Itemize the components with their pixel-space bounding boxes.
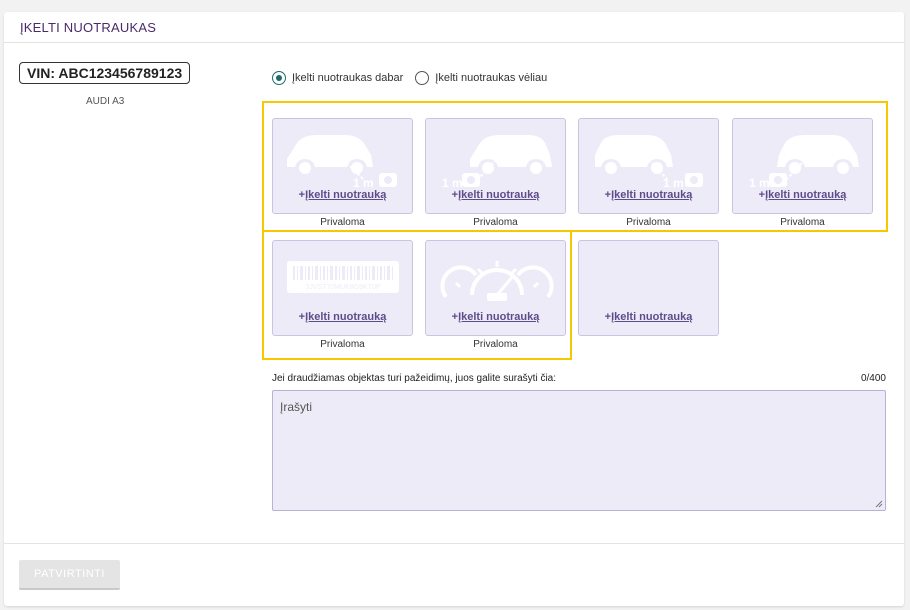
upload-mode-group: Įkelti nuotraukas dabar Įkelti nuotrauka… [272,70,559,86]
vin-badge: VIN: ABC123456789123 [19,62,191,84]
notes-counter: 0/400 [860,373,886,384]
notes-textarea[interactable]: Įrašyti [272,390,886,511]
card-header: ĮKELTI NUOTRAUKAS [4,12,904,43]
required-highlight-row2 [262,230,572,360]
radio-upload-now-label[interactable]: Įkelti nuotraukas dabar [292,72,403,84]
upload-photos-card: ĮKELTI NUOTRAUKAS VIN: ABC123456789123 A… [4,12,904,606]
notes-label: Jei draudžiamas objektas turi pažeidimų,… [272,373,557,384]
footer-divider [4,543,904,544]
notes-placeholder: Įrašyti [280,400,313,414]
resize-grip-icon[interactable] [875,500,883,508]
upload-photo-link[interactable]: +Įkelti nuotrauką [579,311,718,323]
radio-upload-later[interactable] [415,71,430,85]
vehicle-model: AUDI A3 [86,96,125,107]
radio-upload-now[interactable] [272,71,286,85]
confirm-button[interactable]: PATVIRTINTI [19,560,120,590]
photo-slot-extra[interactable]: +Įkelti nuotrauką [578,240,719,336]
radio-upload-later-label[interactable]: Įkelti nuotraukas vėliau [435,72,547,84]
required-highlight-row1 [262,101,888,232]
page-title: ĮKELTI NUOTRAUKAS [20,20,157,35]
